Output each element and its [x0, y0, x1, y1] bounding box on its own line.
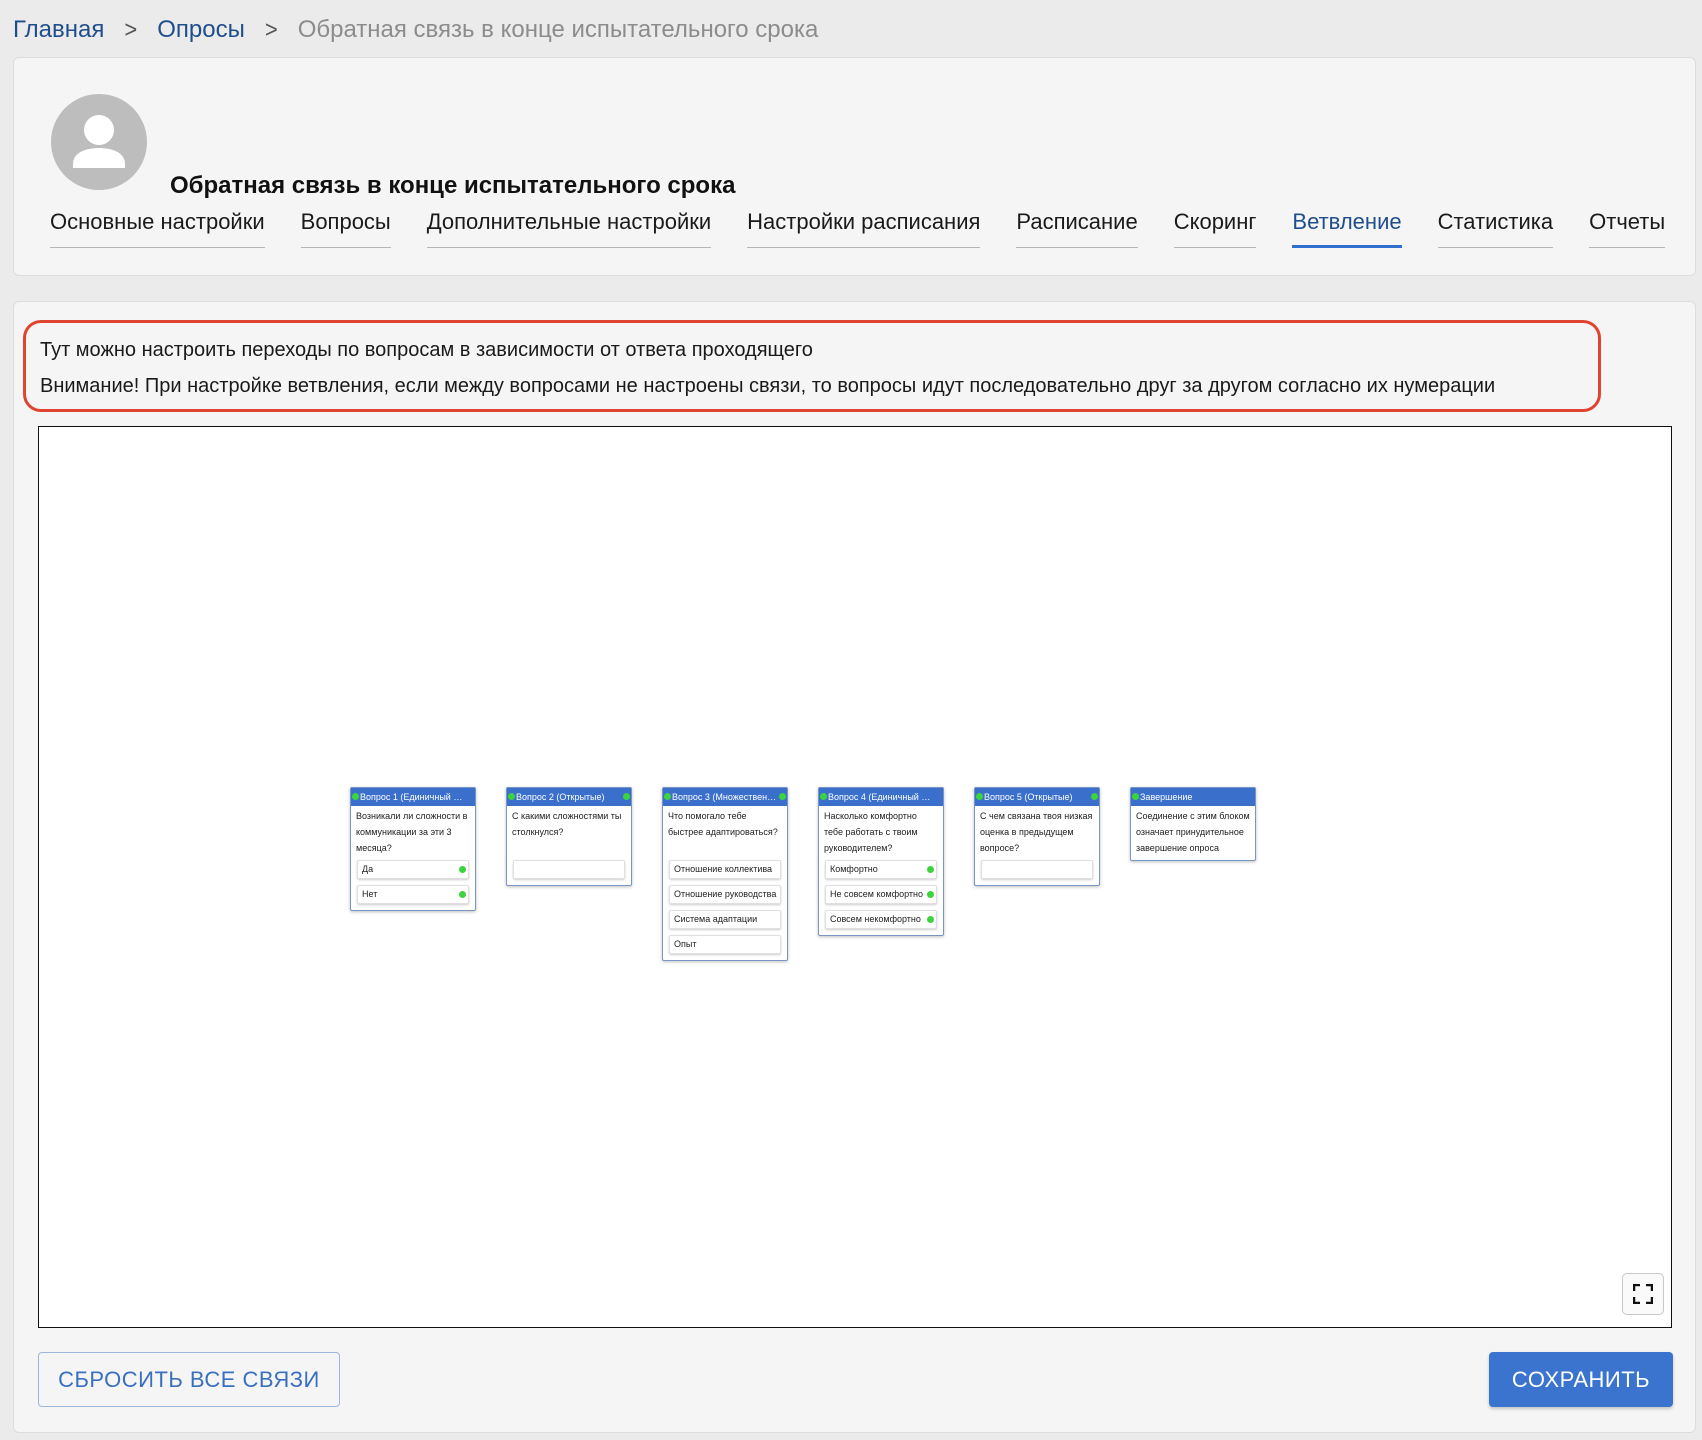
answer-option: Не совсем комфортно — [825, 885, 937, 904]
node-question-text: Насколько комфортно тебе работать с твои… — [824, 811, 918, 853]
question-node-2[interactable]: Вопрос 2 (Открытые) С какими сложностями… — [506, 787, 632, 886]
output-port-icon[interactable] — [623, 793, 630, 800]
node-header-label: Вопрос 1 (Единичный выбор) — [360, 792, 475, 802]
branching-notice: Тут можно настроить переходы по вопросам… — [23, 320, 1601, 412]
answer-option-label: Нет — [362, 889, 378, 899]
node-header-label: Вопрос 2 (Открытые) — [516, 792, 605, 802]
output-port-icon[interactable] — [459, 891, 466, 898]
fullscreen-button[interactable] — [1622, 1273, 1664, 1315]
output-port-icon[interactable] — [927, 866, 934, 873]
end-node[interactable]: Завершение Соединение с этим блоком озна… — [1130, 787, 1256, 861]
tab-statistics[interactable]: Статистика — [1437, 205, 1554, 248]
answer-option: Отношение коллектива — [669, 860, 781, 879]
answer-option-label: Система адаптации — [674, 914, 758, 924]
answer-option — [513, 860, 625, 879]
breadcrumb-home-link[interactable]: Главная — [13, 16, 104, 44]
tab-additional-settings[interactable]: Дополнительные настройки — [426, 205, 712, 248]
page-title: Обратная связь в конце испытательного ср… — [170, 172, 736, 199]
node-header-label: Вопрос 4 (Единичный выбор) — [828, 792, 943, 802]
save-button[interactable]: СОХРАНИТЬ — [1489, 1352, 1673, 1407]
tab-questions[interactable]: Вопросы — [300, 205, 391, 248]
answer-option: Комфортно — [825, 860, 937, 879]
input-port-icon[interactable] — [820, 793, 827, 800]
notice-line-info: Тут можно настроить переходы по вопросам… — [40, 339, 813, 361]
branching-card: Тут можно настроить переходы по вопросам… — [13, 301, 1696, 1433]
node-header[interactable]: Вопрос 3 (Множественный выбор) — [663, 788, 787, 806]
output-port-icon[interactable] — [927, 916, 934, 923]
input-port-icon[interactable] — [976, 793, 983, 800]
node-question-text: С чем связана твоя низкая оценка в преды… — [980, 811, 1093, 853]
answer-option-label: Опыт — [674, 939, 697, 949]
breadcrumb-surveys-link[interactable]: Опросы — [157, 16, 245, 44]
answer-option: Опыт — [669, 935, 781, 954]
answer-option-label: Совсем некомфортно — [830, 914, 921, 924]
answer-option-label: Да — [362, 864, 374, 874]
node-question-text: Возникали ли сложности в коммуникации за… — [356, 811, 468, 853]
output-port-icon[interactable] — [927, 891, 934, 898]
node-question-text: С какими сложностями ты столкнулся? — [512, 811, 622, 837]
answer-option-label: Комфортно — [830, 864, 878, 874]
tab-scoring[interactable]: Скоринг — [1173, 205, 1257, 248]
question-node-5[interactable]: Вопрос 5 (Открытые) С чем связана твоя н… — [974, 787, 1100, 886]
node-header[interactable]: Вопрос 1 (Единичный выбор) — [351, 788, 475, 806]
answer-option-label: Отношение коллектива — [674, 864, 773, 874]
answer-option: Нет — [357, 885, 469, 904]
answer-option-label: Отношение руководства — [674, 889, 777, 899]
tab-schedule-settings[interactable]: Настройки расписания — [747, 205, 981, 248]
node-header[interactable]: Вопрос 5 (Открытые) — [975, 788, 1099, 806]
output-port-icon[interactable] — [459, 866, 466, 873]
tab-basic-settings[interactable]: Основные настройки — [50, 205, 265, 248]
fullscreen-icon — [1633, 1284, 1653, 1304]
answer-option-label: Не совсем комфортно — [830, 889, 924, 899]
survey-header-card: Обратная связь в конце испытательного ср… — [13, 57, 1696, 276]
node-header-label: Вопрос 3 (Множественный выбор) — [672, 792, 787, 802]
input-port-icon[interactable] — [664, 793, 671, 800]
node-header[interactable]: Завершение — [1131, 788, 1255, 806]
user-avatar-icon — [51, 94, 147, 190]
tab-reports[interactable]: Отчеты — [1589, 205, 1666, 248]
input-port-icon[interactable] — [508, 793, 515, 800]
input-port-icon[interactable] — [352, 793, 359, 800]
question-node-1[interactable]: Вопрос 1 (Единичный выбор) Возникали ли … — [350, 787, 476, 911]
node-description-text: Соединение с этим блоком означает принуд… — [1136, 811, 1250, 853]
node-header[interactable]: Вопрос 2 (Открытые) — [507, 788, 631, 806]
node-header[interactable]: Вопрос 4 (Единичный выбор) — [819, 788, 943, 806]
branching-canvas[interactable]: Вопрос 1 (Единичный выбор) Возникали ли … — [38, 426, 1672, 1328]
question-node-4[interactable]: Вопрос 4 (Единичный выбор) Насколько ком… — [818, 787, 944, 936]
question-node-3[interactable]: Вопрос 3 (Множественный выбор) Что помог… — [662, 787, 788, 961]
breadcrumb: Главная > Опросы > Обратная связь в конц… — [13, 14, 818, 46]
chevron-right-icon: > — [124, 15, 138, 44]
output-port-icon[interactable] — [1091, 793, 1098, 800]
tab-schedule[interactable]: Расписание — [1016, 205, 1138, 248]
answer-option: Да — [357, 860, 469, 879]
output-port-icon[interactable] — [779, 793, 786, 800]
input-port-icon[interactable] — [1132, 793, 1139, 800]
breadcrumb-current: Обратная связь в конце испытательного ср… — [297, 16, 819, 43]
answer-option — [981, 860, 1093, 879]
answer-option: Система адаптации — [669, 910, 781, 929]
chevron-right-icon: > — [264, 15, 278, 44]
reset-links-button[interactable]: СБРОСИТЬ ВСЕ СВЯЗИ — [38, 1352, 340, 1407]
notice-line-warning: Внимание! При настройке ветвления, если … — [40, 375, 1496, 397]
node-question-text: Что помогало тебе быстрее адаптироваться… — [668, 811, 778, 837]
tab-branching[interactable]: Ветвление — [1292, 205, 1402, 248]
node-header-label: Вопрос 5 (Открытые) — [984, 792, 1073, 802]
node-header-label: Завершение — [1140, 792, 1193, 802]
tab-bar: Основные настройки Вопросы Дополнительны… — [50, 205, 1701, 259]
answer-option: Отношение руководства — [669, 885, 781, 904]
answer-option: Совсем некомфортно — [825, 910, 937, 929]
